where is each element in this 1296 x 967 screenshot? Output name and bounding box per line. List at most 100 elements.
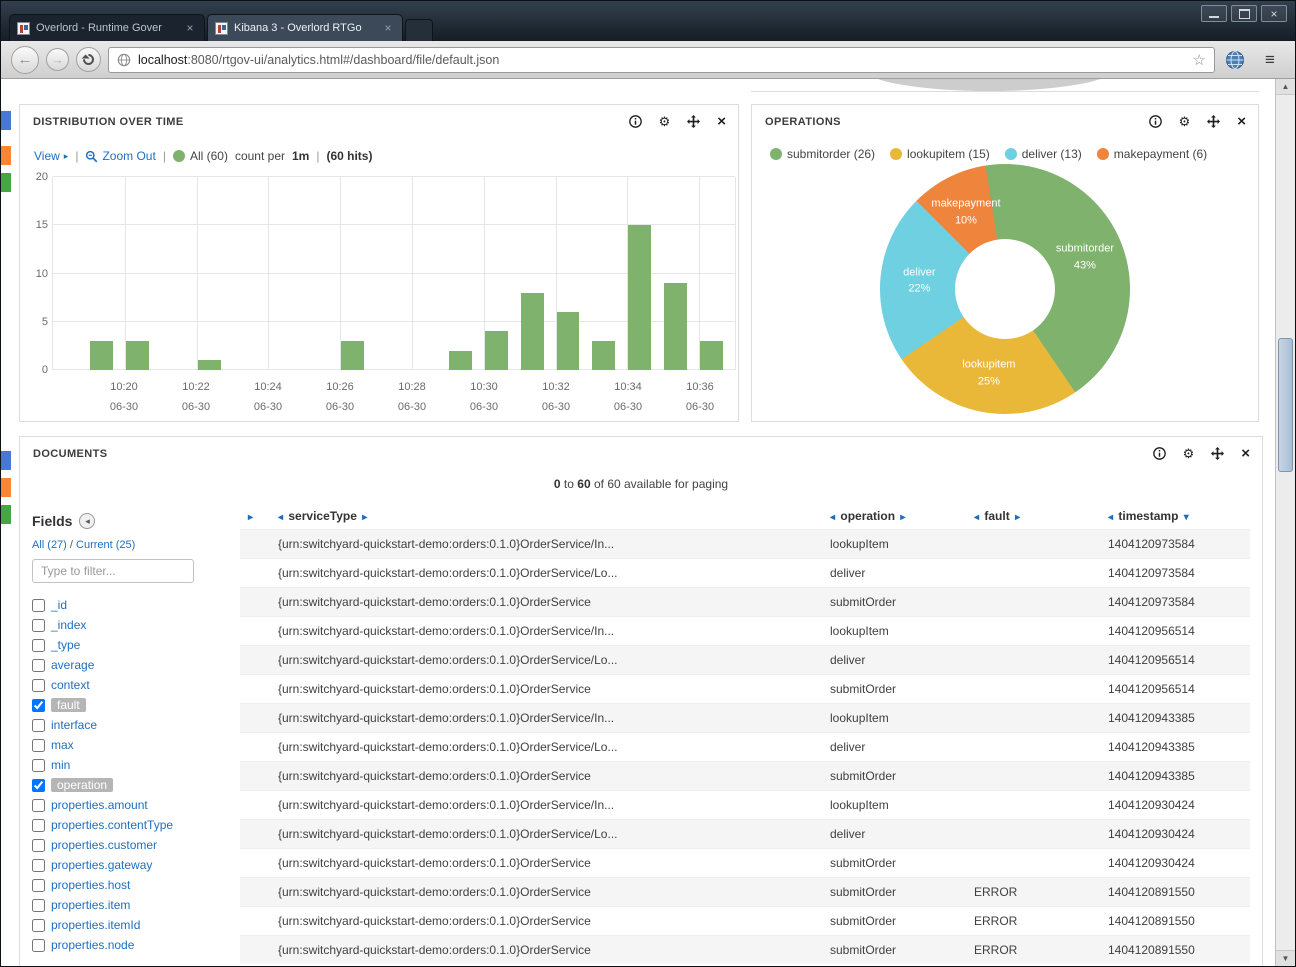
scroll-down-icon[interactable]: ▼ (1276, 950, 1295, 966)
window-titlebar[interactable]: Overlord - Runtime Gover × Kibana 3 - Ov… (1, 1, 1295, 41)
interval-label[interactable]: 1m (292, 149, 309, 163)
back-button[interactable]: ← (11, 46, 39, 74)
vertical-scrollbar[interactable]: ▲ ▼ (1275, 79, 1295, 966)
field-item[interactable]: _type (32, 635, 234, 655)
expand-all-icon[interactable]: ▸ (248, 512, 253, 523)
legend-item[interactable]: deliver (13) (1005, 147, 1082, 161)
histogram-bar[interactable] (628, 225, 651, 370)
histogram-bar[interactable] (126, 341, 149, 370)
field-item[interactable]: interface (32, 715, 234, 735)
browser-tab-kibana[interactable]: Kibana 3 - Overlord RTGo × (207, 14, 403, 41)
column-move-right-icon[interactable]: ▸ (362, 512, 367, 523)
table-row[interactable]: {urn:switchyard-quickstart-demo:orders:0… (240, 645, 1250, 674)
zoom-out-button[interactable]: Zoom Out (85, 149, 155, 163)
field-item[interactable]: fault (32, 695, 234, 715)
field-filter-input[interactable] (32, 559, 194, 583)
field-label[interactable]: interface (51, 718, 97, 732)
fields-collapse-icon[interactable]: ◂ (79, 513, 95, 529)
field-label[interactable]: average (51, 658, 94, 672)
gear-icon[interactable]: ⚙ (1183, 447, 1195, 460)
field-label[interactable]: max (51, 738, 74, 752)
table-row[interactable]: {urn:switchyard-quickstart-demo:orders:0… (240, 732, 1250, 761)
histogram-plot[interactable] (52, 177, 736, 370)
info-icon[interactable] (629, 115, 642, 128)
gear-icon[interactable]: ⚙ (1179, 115, 1191, 128)
histogram-bar[interactable] (521, 293, 544, 370)
field-checkbox[interactable] (32, 679, 45, 692)
scroll-up-icon[interactable]: ▲ (1276, 79, 1295, 95)
column-move-right-icon[interactable]: ▸ (1015, 512, 1020, 523)
gear-icon[interactable]: ⚙ (659, 115, 671, 128)
field-label[interactable]: context (51, 678, 90, 692)
bookmark-star-icon[interactable]: ☆ (1193, 51, 1206, 69)
field-item[interactable]: properties.node (32, 935, 234, 955)
field-label[interactable]: fault (51, 698, 86, 712)
field-label[interactable]: properties.amount (51, 798, 148, 812)
maximize-button[interactable] (1231, 5, 1257, 22)
legend-item[interactable]: submitorder (26) (770, 147, 875, 161)
field-item[interactable]: average (32, 655, 234, 675)
close-panel-icon[interactable]: × (1241, 446, 1250, 461)
column-header-operation[interactable]: operation (840, 509, 895, 523)
histogram-bar[interactable] (341, 341, 364, 370)
histogram-bar[interactable] (198, 360, 221, 370)
table-row[interactable]: {urn:switchyard-quickstart-demo:orders:0… (240, 935, 1250, 964)
browser-tab-overlord[interactable]: Overlord - Runtime Gover × (9, 14, 205, 41)
field-item[interactable]: _id (32, 595, 234, 615)
sort-desc-icon[interactable]: ▾ (1184, 512, 1189, 523)
info-icon[interactable] (1153, 447, 1166, 460)
reload-button[interactable] (76, 47, 101, 72)
info-icon[interactable] (1149, 115, 1162, 128)
field-label[interactable]: properties.item (51, 898, 130, 912)
histogram-bar[interactable] (592, 341, 615, 370)
tab-close-icon[interactable]: × (381, 21, 395, 35)
field-label[interactable]: properties.node (51, 938, 134, 952)
field-label[interactable]: properties.gateway (51, 858, 152, 872)
series-toggle[interactable]: All (60) (173, 149, 228, 163)
field-checkbox[interactable] (32, 619, 45, 632)
url-bar[interactable]: localhost:8080/rtgov-ui/analytics.html#/… (108, 47, 1215, 73)
legend-item[interactable]: lookupitem (15) (890, 147, 990, 161)
table-row[interactable]: {urn:switchyard-quickstart-demo:orders:0… (240, 819, 1250, 848)
field-item[interactable]: context (32, 675, 234, 695)
row-marker[interactable] (1, 478, 11, 497)
table-row[interactable]: {urn:switchyard-quickstart-demo:orders:0… (240, 587, 1250, 616)
column-header-fault[interactable]: fault (984, 509, 1009, 523)
column-move-left-icon[interactable]: ◂ (974, 512, 979, 523)
table-row[interactable]: {urn:switchyard-quickstart-demo:orders:0… (240, 906, 1250, 935)
table-row[interactable]: {urn:switchyard-quickstart-demo:orders:0… (240, 877, 1250, 906)
field-item[interactable]: properties.customer (32, 835, 234, 855)
table-row[interactable]: {urn:switchyard-quickstart-demo:orders:0… (240, 761, 1250, 790)
field-checkbox[interactable] (32, 799, 45, 812)
operations-donut[interactable]: makepayment10%submitorder43%lookupitem25… (880, 164, 1130, 414)
field-checkbox[interactable] (32, 819, 45, 832)
field-label[interactable]: operation (51, 778, 113, 792)
column-move-left-icon[interactable]: ◂ (830, 512, 835, 523)
field-item[interactable]: _index (32, 615, 234, 635)
field-label[interactable]: _id (51, 598, 67, 612)
field-item[interactable]: properties.item (32, 895, 234, 915)
tab-close-icon[interactable]: × (183, 21, 197, 35)
row-marker[interactable] (1, 505, 11, 524)
field-item[interactable]: properties.contentType (32, 815, 234, 835)
move-icon[interactable] (1207, 115, 1220, 128)
close-panel-icon[interactable]: × (1237, 114, 1246, 129)
scrollbar-thumb[interactable] (1278, 338, 1293, 472)
histogram-bar[interactable] (485, 331, 508, 370)
field-item[interactable]: properties.amount (32, 795, 234, 815)
move-icon[interactable] (687, 115, 700, 128)
menu-button[interactable]: ≡ (1255, 47, 1285, 73)
field-checkbox[interactable] (32, 839, 45, 852)
histogram-bar[interactable] (90, 341, 113, 370)
site-identity-icon[interactable] (117, 53, 131, 67)
histogram-bar[interactable] (557, 312, 580, 370)
table-row[interactable]: {urn:switchyard-quickstart-demo:orders:0… (240, 674, 1250, 703)
histogram-bar[interactable] (449, 351, 472, 370)
field-item[interactable]: operation (32, 775, 234, 795)
view-menu[interactable]: View▸ (34, 149, 68, 163)
field-label[interactable]: min (51, 758, 70, 772)
table-row[interactable]: {urn:switchyard-quickstart-demo:orders:0… (240, 529, 1250, 558)
table-row[interactable]: {urn:switchyard-quickstart-demo:orders:0… (240, 848, 1250, 877)
legend-item[interactable]: makepayment (6) (1097, 147, 1207, 161)
field-checkbox[interactable] (32, 639, 45, 652)
